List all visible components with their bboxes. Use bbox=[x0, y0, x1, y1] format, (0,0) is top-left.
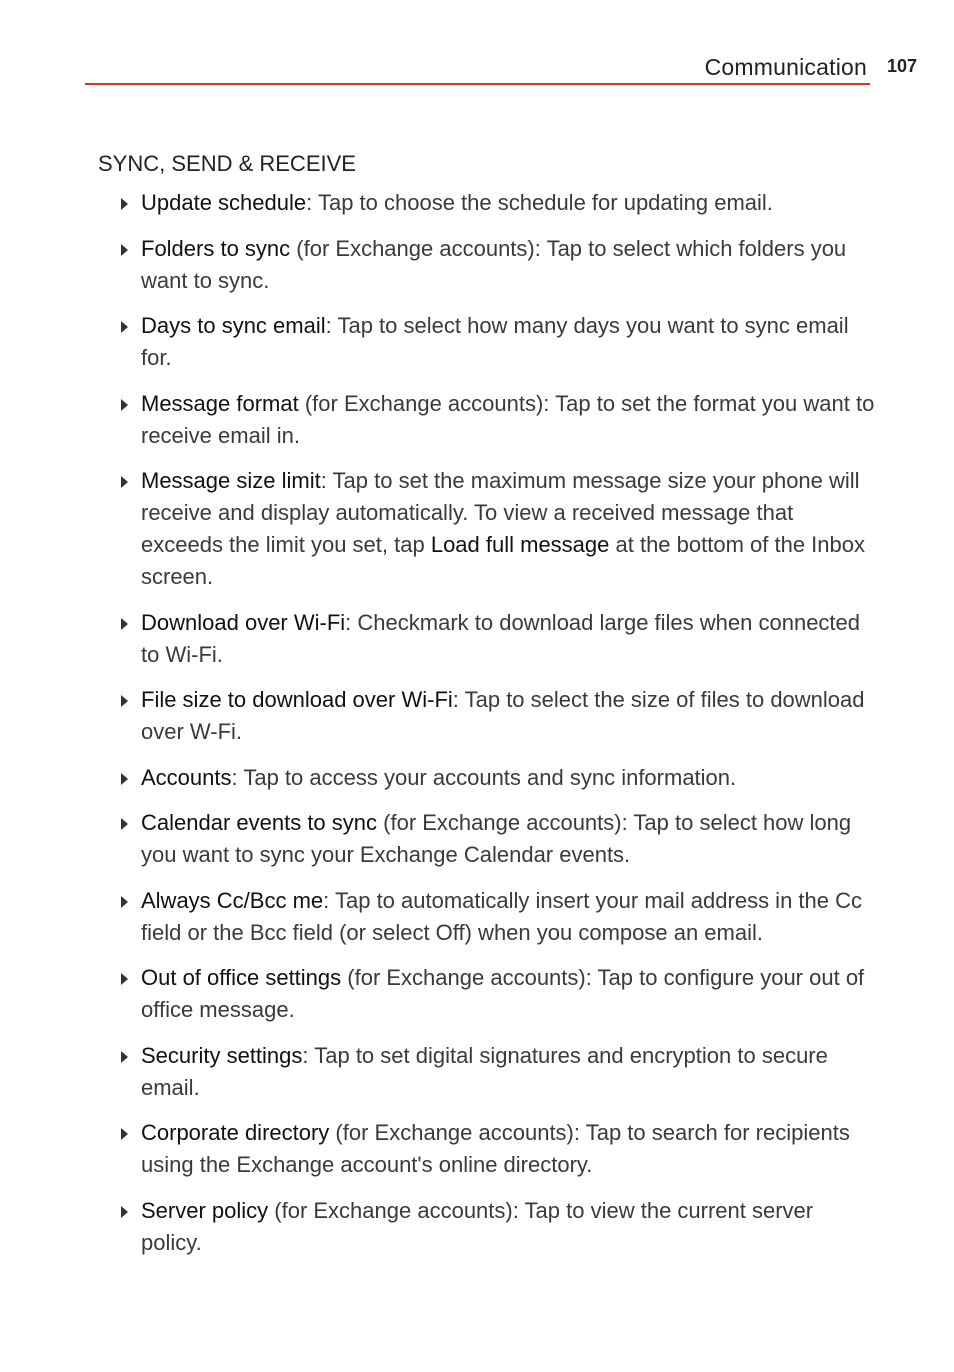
settings-list: Update schedule: Tap to choose the sched… bbox=[118, 187, 878, 1272]
list-item: Download over Wi-Fi: Checkmark to downlo… bbox=[118, 607, 878, 671]
triangle-bullet-icon bbox=[121, 973, 128, 985]
setting-term: Corporate directory bbox=[141, 1120, 330, 1145]
triangle-bullet-icon bbox=[121, 398, 128, 411]
triangle-bullet-icon bbox=[121, 818, 128, 830]
setting-term: Update schedule bbox=[141, 190, 307, 215]
list-item: Folders to sync (for Exchange accounts):… bbox=[118, 233, 878, 297]
triangle-bullet-icon bbox=[121, 243, 128, 256]
triangle-bullet-icon bbox=[121, 772, 128, 785]
setting-term: File size to download over Wi-Fi bbox=[141, 687, 453, 712]
chapter-title: Communication bbox=[704, 54, 867, 80]
setting-term: Message format bbox=[141, 390, 299, 416]
triangle-bullet-icon bbox=[121, 198, 128, 210]
triangle-bullet-icon bbox=[121, 321, 128, 333]
setting-term: Days to sync email bbox=[141, 313, 326, 338]
list-item: Calendar events to sync (for Exchange ac… bbox=[118, 807, 878, 871]
list-item: Security settings: Tap to set digital si… bbox=[118, 1040, 878, 1104]
triangle-bullet-icon bbox=[121, 1205, 128, 1218]
list-item: Message format (for Exchange accounts): … bbox=[118, 388, 878, 452]
list-item: Days to sync email: Tap to select how ma… bbox=[118, 310, 878, 374]
setting-term: Security settings bbox=[141, 1042, 303, 1068]
triangle-bullet-icon bbox=[121, 1128, 128, 1140]
setting-term: Accounts bbox=[141, 764, 232, 790]
setting-term: Out of office settings bbox=[141, 965, 342, 990]
list-item: Out of office settings (for Exchange acc… bbox=[118, 962, 878, 1026]
setting-term: Load full message bbox=[430, 532, 610, 557]
triangle-bullet-icon bbox=[121, 1050, 128, 1063]
list-item: Always Cc/Bcc me: Tap to automatically i… bbox=[118, 885, 878, 949]
list-item: File size to download over Wi-Fi: Tap to… bbox=[118, 684, 878, 748]
triangle-bullet-icon bbox=[121, 695, 128, 707]
section-heading: SYNC, SEND & RECEIVE bbox=[98, 151, 356, 176]
setting-description: : Tap to choose the schedule for updatin… bbox=[306, 190, 773, 215]
list-item: Update schedule: Tap to choose the sched… bbox=[118, 187, 878, 219]
setting-term: Always Cc/Bcc me bbox=[141, 887, 324, 913]
triangle-bullet-icon bbox=[121, 476, 128, 488]
page-header: Communication bbox=[85, 52, 870, 85]
list-item: Server policy (for Exchange accounts): T… bbox=[118, 1195, 878, 1259]
setting-term: Calendar events to sync bbox=[141, 810, 378, 835]
list-item: Message size limit: Tap to set the maxim… bbox=[118, 465, 878, 593]
list-item: Corporate directory (for Exchange accoun… bbox=[118, 1117, 878, 1181]
setting-term: Server policy bbox=[141, 1197, 269, 1223]
setting-term: Message size limit bbox=[141, 468, 321, 493]
triangle-bullet-icon bbox=[121, 617, 128, 630]
setting-description: : Tap to access your accounts and sync i… bbox=[231, 764, 737, 790]
page-number: 107 bbox=[887, 56, 918, 76]
setting-term: Download over Wi-Fi bbox=[141, 609, 346, 635]
triangle-bullet-icon bbox=[121, 895, 128, 908]
setting-term: Folders to sync bbox=[141, 235, 291, 261]
list-item: Accounts: Tap to access your accounts an… bbox=[118, 762, 878, 794]
